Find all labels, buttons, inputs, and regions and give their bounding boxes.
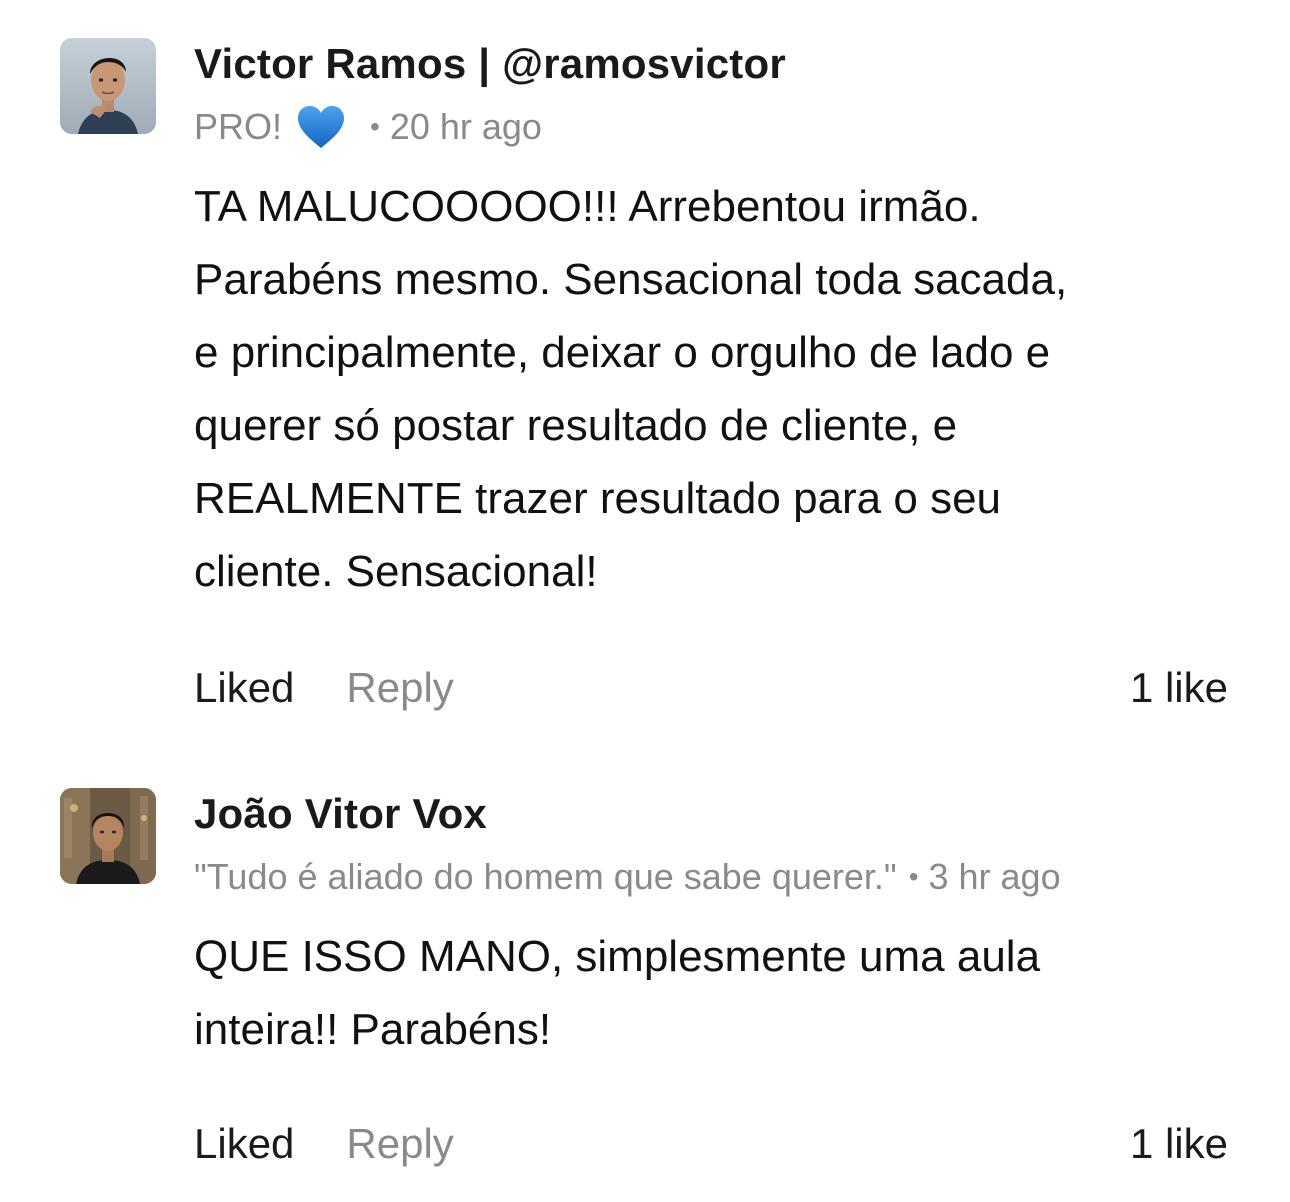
- avatar-photo-joao: [60, 788, 156, 884]
- like-button[interactable]: Liked: [194, 1120, 294, 1168]
- blue-heart-icon: [296, 104, 346, 150]
- meta-separator: •: [908, 861, 919, 892]
- comment-body-line: querer só postar resultado de cliente, e: [194, 401, 958, 450]
- timestamp: 3 hr ago: [928, 856, 1061, 897]
- reply-button[interactable]: Reply: [346, 664, 453, 712]
- comment-body-line: TA MALUCOOOOO!!! Arrebentou irmão.: [194, 182, 981, 231]
- author-name[interactable]: João Vitor Vox: [194, 790, 487, 838]
- like-button[interactable]: Liked: [194, 664, 294, 712]
- comment-actions: Liked Reply 1 like: [194, 1120, 1228, 1168]
- comment-body-line: QUE ISSO MANO, simplesmente uma aula: [194, 932, 1041, 981]
- meta-separator: •: [370, 111, 380, 142]
- comment-meta: PRO! • 20 hr ago: [194, 104, 542, 150]
- avatar[interactable]: [60, 788, 156, 884]
- comment-body-line: inteira!! Parabéns!: [194, 1005, 552, 1054]
- like-count[interactable]: 1 like: [1130, 664, 1228, 712]
- comment-body: TA MALUCOOOOO!!! Arrebentou irmão. Parab…: [194, 170, 1234, 608]
- avatar[interactable]: [60, 38, 156, 134]
- user-flair: "Tudo é aliado do homem que sabe querer.…: [194, 856, 897, 897]
- comment-body-line: cliente. Sensacional!: [194, 547, 598, 596]
- comment-meta: "Tudo é aliado do homem que sabe querer.…: [194, 856, 1061, 898]
- like-count[interactable]: 1 like: [1130, 1120, 1228, 1168]
- author-name[interactable]: Victor Ramos | @ramosvictor: [194, 40, 786, 88]
- timestamp: 20 hr ago: [389, 106, 542, 147]
- comment-body-line: Parabéns mesmo. Sensacional toda sacada,: [194, 255, 1068, 304]
- comment-body-line: REALMENTE trazer resultado para o seu: [194, 474, 1002, 523]
- comment-body: QUE ISSO MANO, simplesmente uma aula int…: [194, 920, 1234, 1066]
- avatar-photo-victor: [60, 38, 156, 134]
- comment-actions: Liked Reply 1 like: [194, 664, 1228, 712]
- user-flair: PRO!: [194, 106, 283, 147]
- comment-body-line: e principalmente, deixar o orgulho de la…: [194, 328, 1051, 377]
- reply-button[interactable]: Reply: [346, 1120, 453, 1168]
